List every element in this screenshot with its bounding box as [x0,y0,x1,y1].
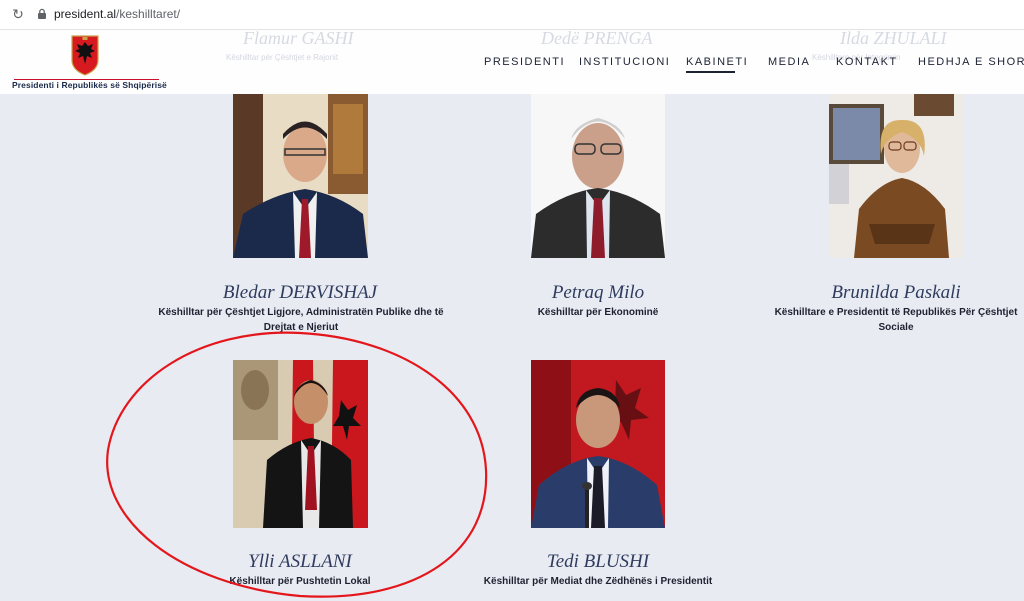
ghost-role-1: Këshilltar për Çështjet e Rajonit [226,53,339,62]
address-bar[interactable]: president.al/keshilltaret/ [54,7,180,21]
nav-hedhja-e-shortit[interactable]: HEDHJA E SHORTIT F [918,56,1024,68]
advisor-photo-petraq-milo[interactable] [531,94,665,258]
advisor-role-ylli-asllani: Këshilltar për Pushtetin Lokal [229,576,371,587]
url-path: /keshilltaret/ [116,7,181,21]
ghost-name-2: Dedë PRENGA [541,28,653,48]
nav-kabineti[interactable]: KABINETI [686,56,748,68]
advisor-role-bledar-dervishaj: Këshilltar për Çështjet Ligjore, Adminis… [158,307,444,333]
lock-icon [38,8,46,19]
nav-institucioni[interactable]: INSTITUCIONI [579,56,670,68]
advisor-name-petraq-milo[interactable]: Petraq Milo [498,282,698,304]
advisor-name-brunilda-paskali[interactable]: Brunilda Paskali [796,282,996,304]
ghost-name-3: Ilda ZHULALI [840,28,947,48]
nav-kontakt[interactable]: KONTAKT [836,56,898,68]
advisor-photo-brunilda-paskali[interactable] [829,94,963,258]
advisor-role-brunilda-paskali: Këshilltare e Presidentit të Republikës … [774,307,1018,333]
advisor-role-petraq-milo: Këshilltar për Ekonominë [537,307,659,318]
advisor-name-ylli-asllani[interactable]: Ylli ASLLANI [200,551,400,573]
advisor-photo-ylli-asllani[interactable] [233,360,368,528]
ghost-name-1: Flamur GASHI [243,28,354,48]
albanian-eagle-logo-icon[interactable] [70,34,100,76]
advisor-photo-bledar-dervishaj[interactable] [233,94,368,258]
nav-media[interactable]: MEDIA [768,56,810,68]
logo-text: Presidenti i Republikës së Shqipërisë [12,80,167,90]
advisor-name-tedi-blushi[interactable]: Tedi BLUSHI [498,551,698,573]
advisor-name-bledar-dervishaj[interactable]: Bledar DERVISHAJ [200,282,400,304]
advisor-role-tedi-blushi: Këshilltar për Mediat dhe Zëdhënës i Pre… [483,576,713,587]
browser-toolbar: ↻ president.al/keshilltaret/ [0,0,1024,30]
nav-active-indicator [686,71,735,73]
url-domain: president.al [54,7,117,21]
advisor-photo-tedi-blushi[interactable] [531,360,665,528]
reload-icon[interactable]: ↻ [10,6,26,22]
nav-presidenti[interactable]: PRESIDENTI [484,56,565,68]
